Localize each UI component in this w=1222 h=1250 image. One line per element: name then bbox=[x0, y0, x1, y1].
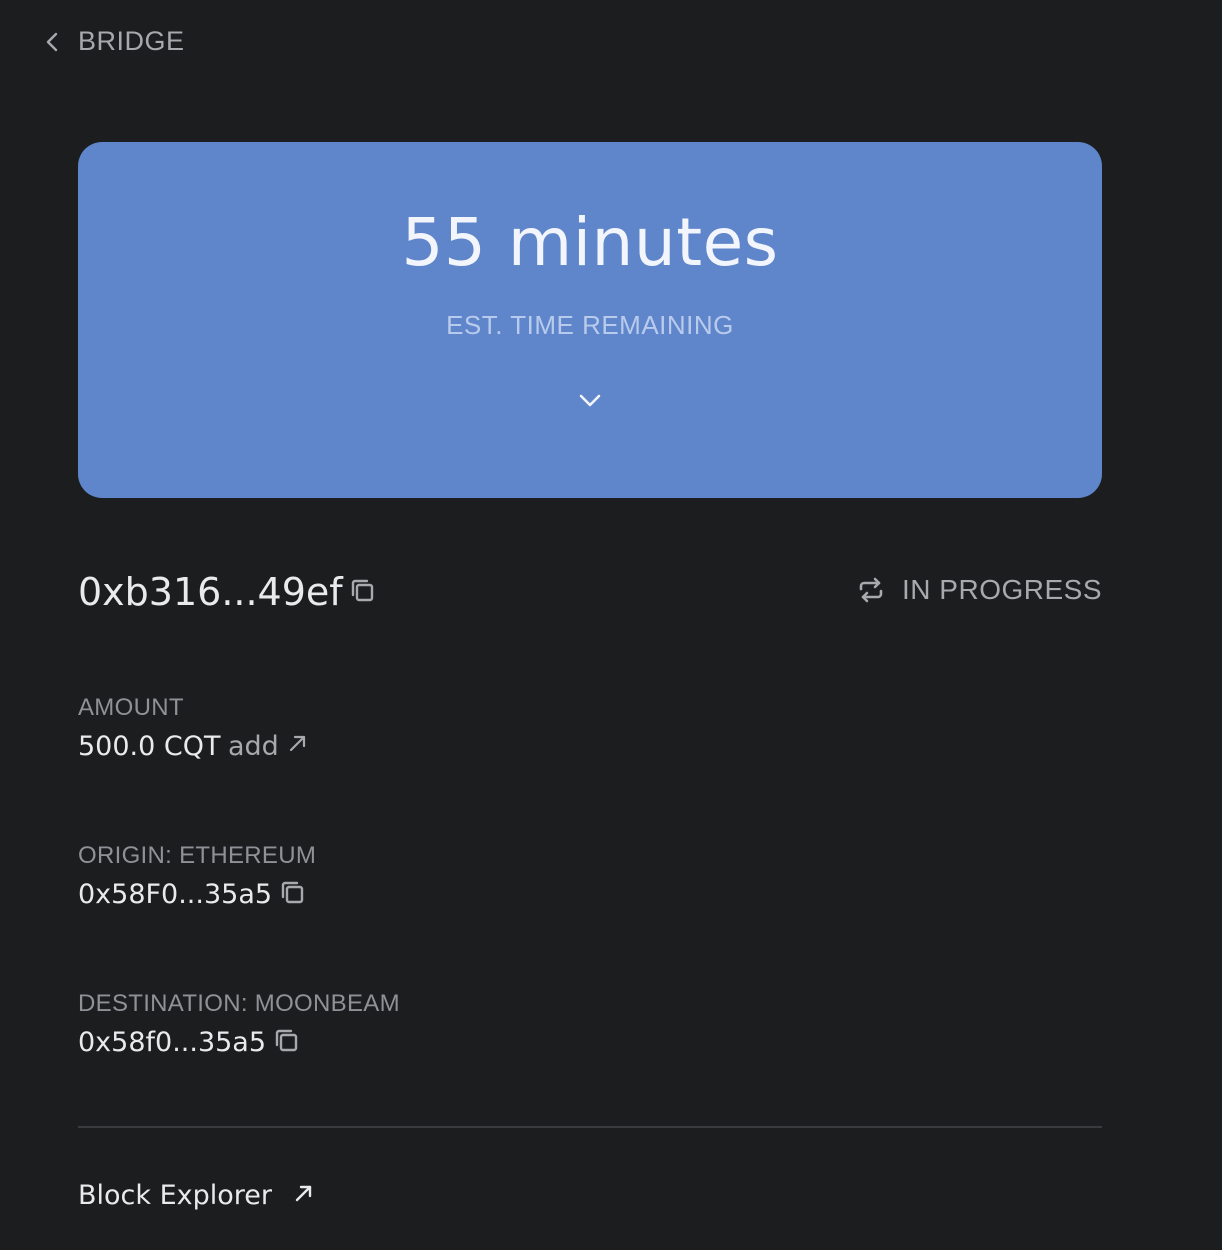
block-explorer-link[interactable]: Block Explorer bbox=[78, 1180, 316, 1211]
copy-icon[interactable] bbox=[348, 576, 378, 606]
chevron-down-icon[interactable] bbox=[576, 386, 604, 414]
transaction-hash: 0xb316...49ef bbox=[78, 570, 343, 614]
block-explorer-label: Block Explorer bbox=[78, 1180, 273, 1211]
chevron-left-icon bbox=[46, 32, 58, 51]
eta-card: 55 minutes EST. TIME REMAINING bbox=[78, 142, 1102, 498]
arrow-up-right-icon bbox=[295, 1185, 312, 1201]
back-button[interactable]: BRIDGE bbox=[44, 26, 185, 57]
copy-icon[interactable] bbox=[272, 1026, 302, 1056]
status-label: IN PROGRESS bbox=[902, 574, 1102, 605]
add-token-link[interactable]: add bbox=[228, 731, 309, 762]
repeat-icon bbox=[859, 577, 883, 603]
status-badge: IN PROGRESS bbox=[856, 574, 1102, 606]
arrow-up-right-icon bbox=[289, 735, 305, 751]
amount-label: AMOUNT bbox=[78, 694, 184, 721]
destination-address: 0x58f0...35a5 bbox=[78, 1027, 267, 1058]
back-label: BRIDGE bbox=[78, 26, 185, 56]
transaction-row: 0xb316...49ef IN PROGRESS bbox=[78, 566, 1102, 622]
amount-value: 500.0 CQT bbox=[78, 731, 221, 762]
divider bbox=[78, 1126, 1102, 1128]
destination-label: DESTINATION: MOONBEAM bbox=[78, 990, 400, 1017]
bridge-transaction-page: BRIDGE 55 minutes EST. TIME REMAINING 0x… bbox=[0, 0, 1222, 1250]
add-token-label: add bbox=[228, 731, 279, 762]
origin-address: 0x58F0...35a5 bbox=[78, 879, 273, 910]
eta-label: EST. TIME REMAINING bbox=[446, 310, 734, 340]
copy-icon[interactable] bbox=[278, 878, 308, 908]
eta-value: 55 minutes bbox=[401, 204, 779, 281]
origin-label: ORIGIN: ETHEREUM bbox=[78, 842, 317, 869]
